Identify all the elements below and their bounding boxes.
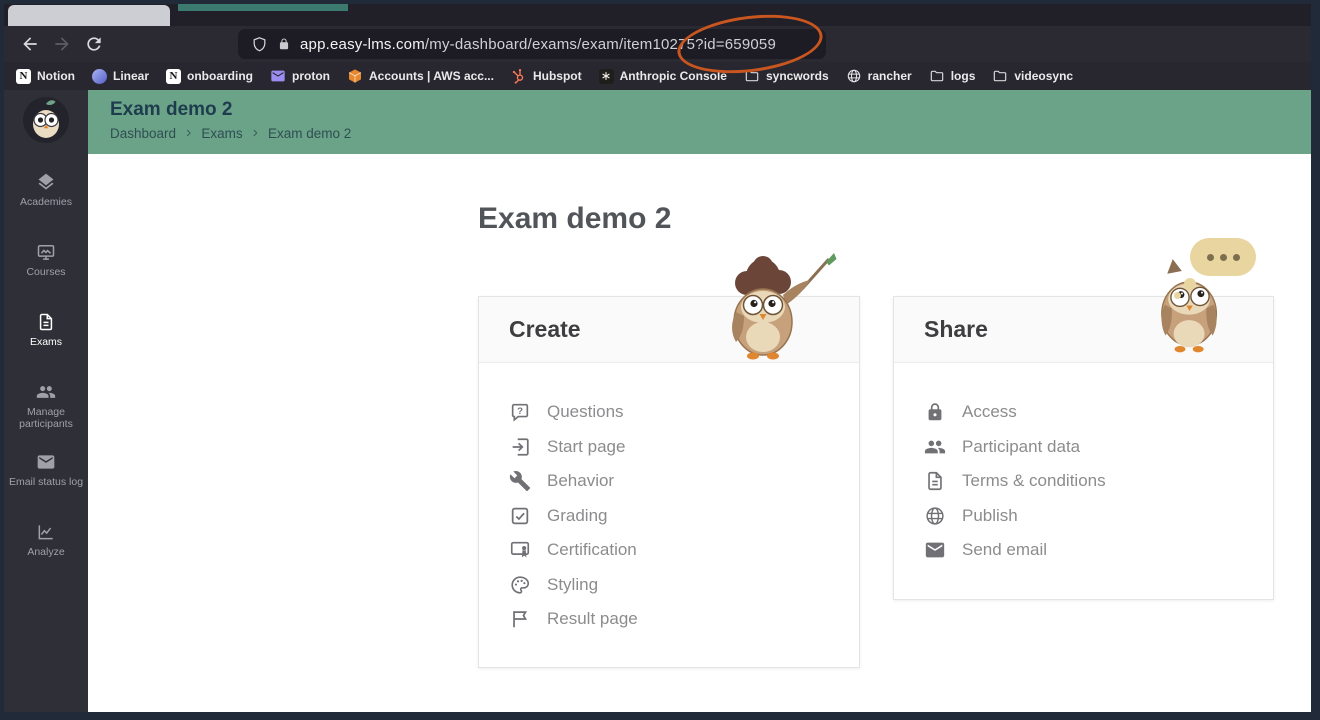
question-bubble-icon xyxy=(509,401,531,423)
thought-bubble-dot xyxy=(1184,278,1196,290)
bookmark-proton[interactable]: proton xyxy=(270,68,330,84)
bookmark-rancher[interactable]: rancher xyxy=(846,68,912,84)
folder-icon xyxy=(744,68,760,84)
easy-lms-logo[interactable] xyxy=(22,96,70,144)
bookmark-linear[interactable]: Linear xyxy=(92,69,149,84)
header-title: Exam demo 2 xyxy=(110,99,1311,121)
page-header: Exam demo 2 Dashboard › Exams › Exam dem… xyxy=(88,90,1311,154)
card-item-result-page[interactable]: Result page xyxy=(509,602,829,637)
sidebar: Academies Courses Exams Manage participa… xyxy=(4,90,88,712)
card-item-start-page[interactable]: Start page xyxy=(509,430,829,465)
notion-icon: N xyxy=(16,69,31,84)
notion-icon: N xyxy=(166,69,181,84)
breadcrumb: Dashboard › Exams › Exam demo 2 xyxy=(110,125,1311,141)
layers-icon xyxy=(36,172,56,192)
card-item-terms-conditions[interactable]: Terms & conditions xyxy=(924,464,1243,499)
arrow-left-icon xyxy=(20,34,40,54)
owl-mascot-painter xyxy=(700,250,850,368)
bookmark-videosync[interactable]: videosync xyxy=(992,68,1073,84)
breadcrumb-current: Exam demo 2 xyxy=(268,126,351,141)
anthropic-spark-icon xyxy=(599,69,614,84)
sidebar-item-exams[interactable]: Exams xyxy=(4,312,88,382)
globe-icon xyxy=(924,505,946,527)
tab-accent-bar xyxy=(178,4,348,11)
forward-button[interactable] xyxy=(46,28,78,60)
bookmarks-bar: N Notion Linear N onboarding proton Acco… xyxy=(4,62,1311,90)
url-domain: app.easy-lms.com xyxy=(300,36,425,53)
arrow-right-icon xyxy=(52,34,72,54)
page-title: Exam demo 2 xyxy=(478,202,671,236)
envelope-icon xyxy=(36,452,56,472)
bookmark-logs[interactable]: logs xyxy=(929,68,976,84)
chevron-right-icon: › xyxy=(186,125,191,141)
document-icon xyxy=(924,470,946,492)
aws-cube-icon xyxy=(347,68,363,84)
people-icon xyxy=(924,436,946,458)
bookmark-syncwords[interactable]: syncwords xyxy=(744,68,829,84)
sidebar-item-courses[interactable]: Courses xyxy=(4,242,88,312)
back-button[interactable] xyxy=(14,28,46,60)
bookmark-onboarding[interactable]: N onboarding xyxy=(166,69,253,84)
screen-icon xyxy=(36,242,56,262)
file-icon xyxy=(36,312,56,332)
chart-icon xyxy=(36,522,56,542)
card-item-styling[interactable]: Styling xyxy=(509,568,829,603)
browser-window: app.easy-lms.com/my-dashboard/exams/exam… xyxy=(4,4,1311,712)
hubspot-sprocket-icon xyxy=(511,68,527,84)
bookmark-aws[interactable]: Accounts | AWS acc... xyxy=(347,68,494,84)
folder-icon xyxy=(929,68,945,84)
card-item-questions[interactable]: Questions xyxy=(509,395,829,430)
card-item-certification[interactable]: Certification xyxy=(509,533,829,568)
card-item-participant-data[interactable]: Participant data xyxy=(924,430,1243,465)
proton-mail-icon xyxy=(270,68,286,84)
breadcrumb-exams[interactable]: Exams xyxy=(201,126,242,141)
checkbox-check-icon xyxy=(509,505,531,527)
chevron-right-icon: › xyxy=(253,125,258,141)
card-item-send-email[interactable]: Send email xyxy=(924,533,1243,568)
url-id: 659059 xyxy=(725,36,776,53)
wrench-icon xyxy=(509,470,531,492)
card-item-behavior[interactable]: Behavior xyxy=(509,464,829,499)
login-arrow-icon xyxy=(509,436,531,458)
bookmark-notion[interactable]: N Notion xyxy=(16,69,75,84)
card-item-publish[interactable]: Publish xyxy=(924,499,1243,534)
flag-icon xyxy=(509,608,531,630)
main-content: Exam demo 2 Dashboard › Exams › Exam dem… xyxy=(88,90,1311,712)
shield-icon[interactable] xyxy=(251,36,268,53)
people-icon xyxy=(36,382,56,402)
card-item-grading[interactable]: Grading xyxy=(509,499,829,534)
lock-icon[interactable] xyxy=(277,37,291,51)
sidebar-item-analyze[interactable]: Analyze xyxy=(4,522,88,592)
browser-tab[interactable] xyxy=(8,5,170,26)
sidebar-item-manage-participants[interactable]: Manage participants xyxy=(4,382,88,452)
envelope-icon xyxy=(924,539,946,561)
url-text: app.easy-lms.com/my-dashboard/exams/exam… xyxy=(300,36,776,53)
lock-icon xyxy=(924,401,946,423)
easy-lms-app: Academies Courses Exams Manage participa… xyxy=(4,90,1311,712)
url-bar[interactable]: app.easy-lms.com/my-dashboard/exams/exam… xyxy=(238,29,826,59)
reload-icon xyxy=(84,34,104,54)
navigation-toolbar: app.easy-lms.com/my-dashboard/exams/exam… xyxy=(4,26,1311,62)
card-item-access[interactable]: Access xyxy=(924,395,1243,430)
url-path: /my-dashboard/exams/exam/item10275?id= xyxy=(425,36,725,53)
folder-icon xyxy=(992,68,1008,84)
palette-icon xyxy=(509,574,531,596)
thought-bubble-dot xyxy=(1174,292,1181,299)
linear-icon xyxy=(92,69,107,84)
globe-icon xyxy=(846,68,862,84)
sidebar-menu: Academies Courses Exams Manage participa… xyxy=(4,172,88,592)
sidebar-item-email-status-log[interactable]: Email status log xyxy=(4,452,88,522)
bookmark-hubspot[interactable]: Hubspot xyxy=(511,68,582,84)
certificate-icon xyxy=(509,539,531,561)
breadcrumb-dashboard[interactable]: Dashboard xyxy=(110,126,176,141)
thought-bubble xyxy=(1190,238,1256,276)
sidebar-item-academies[interactable]: Academies xyxy=(4,172,88,242)
bookmark-anthropic[interactable]: Anthropic Console xyxy=(599,69,727,84)
reload-button[interactable] xyxy=(78,28,110,60)
tab-strip xyxy=(4,4,1311,26)
browser-chrome: app.easy-lms.com/my-dashboard/exams/exam… xyxy=(4,4,1311,90)
